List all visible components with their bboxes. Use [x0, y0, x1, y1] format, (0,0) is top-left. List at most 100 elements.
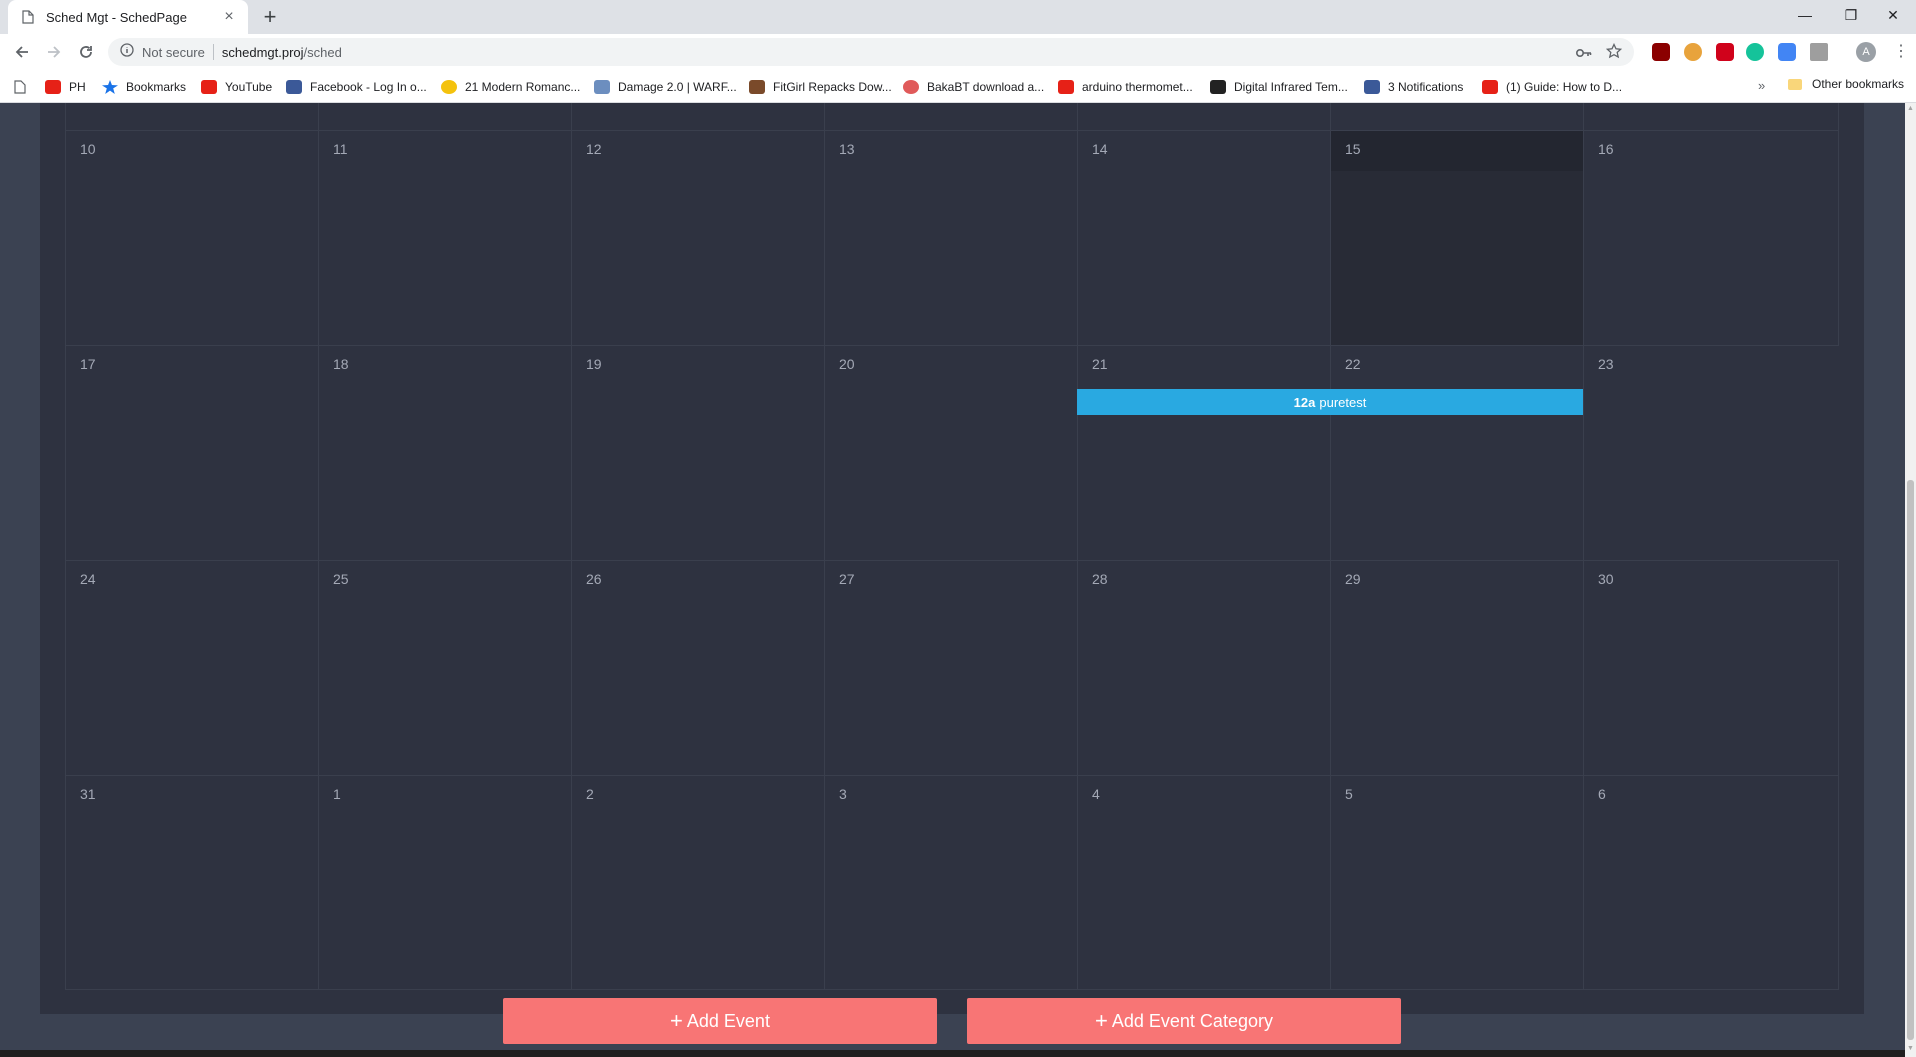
day-cell[interactable]: 6 — [1583, 776, 1839, 989]
day-number: 4 — [1092, 786, 1100, 802]
profile-avatar[interactable]: A — [1856, 42, 1876, 62]
day-cell[interactable]: 30 — [1583, 561, 1839, 775]
day-cell[interactable]: 18 — [318, 346, 571, 560]
day-cell-today[interactable]: 15 — [1330, 131, 1583, 345]
bookmark-item[interactable]: 3 Notifications — [1364, 77, 1463, 97]
other-bookmarks[interactable]: Other bookmarks — [1788, 77, 1904, 91]
tab-close-icon[interactable]: × — [220, 8, 238, 26]
minimize-button[interactable]: — — [1782, 0, 1828, 30]
day-cell[interactable]: 16 — [1583, 131, 1839, 345]
day-cell[interactable]: 24 — [65, 561, 318, 775]
bookmark-item[interactable]: Bookmarks — [102, 77, 186, 97]
day-number: 28 — [1092, 571, 1108, 587]
youtube-icon — [201, 80, 217, 94]
scroll-thumb[interactable] — [1907, 480, 1914, 1040]
day-number: 18 — [333, 356, 349, 372]
day-cell[interactable]: 27 — [824, 561, 1077, 775]
site-icon — [903, 80, 919, 94]
day-cell[interactable]: 5 — [1330, 776, 1583, 989]
add-event-category-button[interactable]: + Add Event Category — [967, 998, 1401, 1044]
bookmark-item[interactable]: 21 Modern Romanc... — [441, 77, 580, 97]
day-cell[interactable]: 12 — [571, 131, 824, 345]
extension-icon[interactable] — [1684, 43, 1702, 61]
browser-toolbar: Not secure schedmgt.proj /sched A ⋮ — [0, 34, 1916, 70]
bookmark-item[interactable]: YouTube — [201, 77, 272, 97]
folder-icon — [1788, 78, 1802, 90]
arrow-left-icon — [15, 46, 28, 58]
ublock-extension-icon[interactable] — [1652, 43, 1670, 61]
info-icon[interactable] — [120, 42, 134, 62]
add-event-button[interactable]: + Add Event — [503, 998, 937, 1044]
day-cell[interactable]: 22 — [1330, 346, 1583, 560]
day-number: 19 — [586, 356, 602, 372]
day-cell[interactable]: 23 — [1583, 346, 1839, 560]
day-number: 25 — [333, 571, 349, 587]
day-number: 5 — [1345, 786, 1353, 802]
extension-icon[interactable] — [1778, 43, 1796, 61]
day-cell[interactable]: 19 — [571, 346, 824, 560]
day-cell[interactable]: 20 — [824, 346, 1077, 560]
bookmark-item[interactable]: BakaBT download a... — [903, 77, 1044, 97]
url-path: /sched — [303, 44, 342, 60]
taskbar-edge — [0, 1050, 1905, 1057]
forward-button[interactable] — [40, 39, 68, 65]
day-cell[interactable]: 28 — [1077, 561, 1330, 775]
page-icon — [22, 9, 36, 25]
vpn-extension-icon[interactable] — [1810, 43, 1828, 61]
day-number: 13 — [839, 141, 855, 157]
scroll-down-icon[interactable]: ▼ — [1905, 1043, 1916, 1055]
bookmarks-overflow-icon[interactable]: » — [1758, 78, 1765, 93]
day-number: 3 — [839, 786, 847, 802]
day-cell[interactable]: 25 — [318, 561, 571, 775]
day-cell[interactable]: 10 — [65, 131, 318, 345]
day-cell[interactable]: 3 — [824, 776, 1077, 989]
site-icon — [594, 80, 610, 94]
day-cell[interactable]: 13 — [824, 131, 1077, 345]
close-window-button[interactable]: ✕ — [1870, 0, 1916, 30]
day-cell[interactable]: 11 — [318, 131, 571, 345]
reload-icon — [80, 46, 92, 58]
add-event-category-label: Add Event Category — [1111, 1010, 1273, 1031]
bookmark-item[interactable]: (1) Guide: How to D... — [1482, 77, 1622, 97]
youtube-icon — [45, 80, 61, 94]
bookmark-item[interactable]: FitGirl Repacks Dow... — [749, 77, 892, 97]
day-cell[interactable]: 4 — [1077, 776, 1330, 989]
day-cell[interactable]: 17 — [65, 346, 318, 560]
key-icon[interactable] — [1575, 45, 1592, 63]
day-cell[interactable]: 21 — [1077, 346, 1330, 560]
day-cell[interactable]: 2 — [571, 776, 824, 989]
grammarly-extension-icon[interactable] — [1746, 43, 1764, 61]
browser-tab[interactable]: Sched Mgt - SchedPage × — [8, 0, 248, 34]
browser-menu-icon[interactable]: ⋮ — [1893, 40, 1909, 64]
page-scrollbar[interactable]: ▲ ▼ — [1905, 103, 1916, 1057]
bookmark-item[interactable]: Facebook - Log In o... — [286, 77, 427, 97]
restore-button[interactable]: ❐ — [1828, 0, 1874, 30]
bookmark-item[interactable]: arduino thermomet... — [1058, 77, 1193, 97]
scroll-up-icon[interactable]: ▲ — [1905, 103, 1916, 115]
bookmark-item[interactable]: Damage 2.0 | WARF... — [594, 77, 737, 97]
day-cell[interactable]: 14 — [1077, 131, 1330, 345]
bookmark-item[interactable]: PH — [45, 77, 86, 97]
address-bar[interactable]: Not secure schedmgt.proj /sched — [108, 38, 1634, 66]
add-event-label: Add Event — [686, 1010, 770, 1031]
new-tab-button[interactable]: + — [256, 4, 284, 30]
extension-icon[interactable] — [1716, 43, 1734, 61]
day-number: 30 — [1598, 571, 1614, 587]
reload-button[interactable] — [72, 39, 100, 65]
apps-icon[interactable] — [14, 77, 26, 97]
day-cell[interactable]: 1 — [318, 776, 571, 989]
youtube-icon — [1482, 80, 1498, 94]
site-icon — [1210, 80, 1226, 94]
event-time: 12a — [1293, 394, 1316, 410]
day-cell[interactable]: 31 — [65, 776, 318, 989]
bookmark-item[interactable]: Digital Infrared Tem... — [1210, 77, 1348, 97]
calendar-event[interactable]: 12a puretest — [1077, 389, 1583, 415]
arrow-right-icon — [48, 46, 61, 58]
day-number: 1 — [333, 786, 341, 802]
facebook-icon — [1364, 80, 1380, 94]
back-button[interactable] — [8, 39, 36, 65]
bookmarks-bar: PH Bookmarks YouTube Facebook - Log In o… — [0, 70, 1916, 103]
bookmark-star-icon[interactable] — [1605, 42, 1623, 64]
day-cell[interactable]: 26 — [571, 561, 824, 775]
day-cell[interactable]: 29 — [1330, 561, 1583, 775]
